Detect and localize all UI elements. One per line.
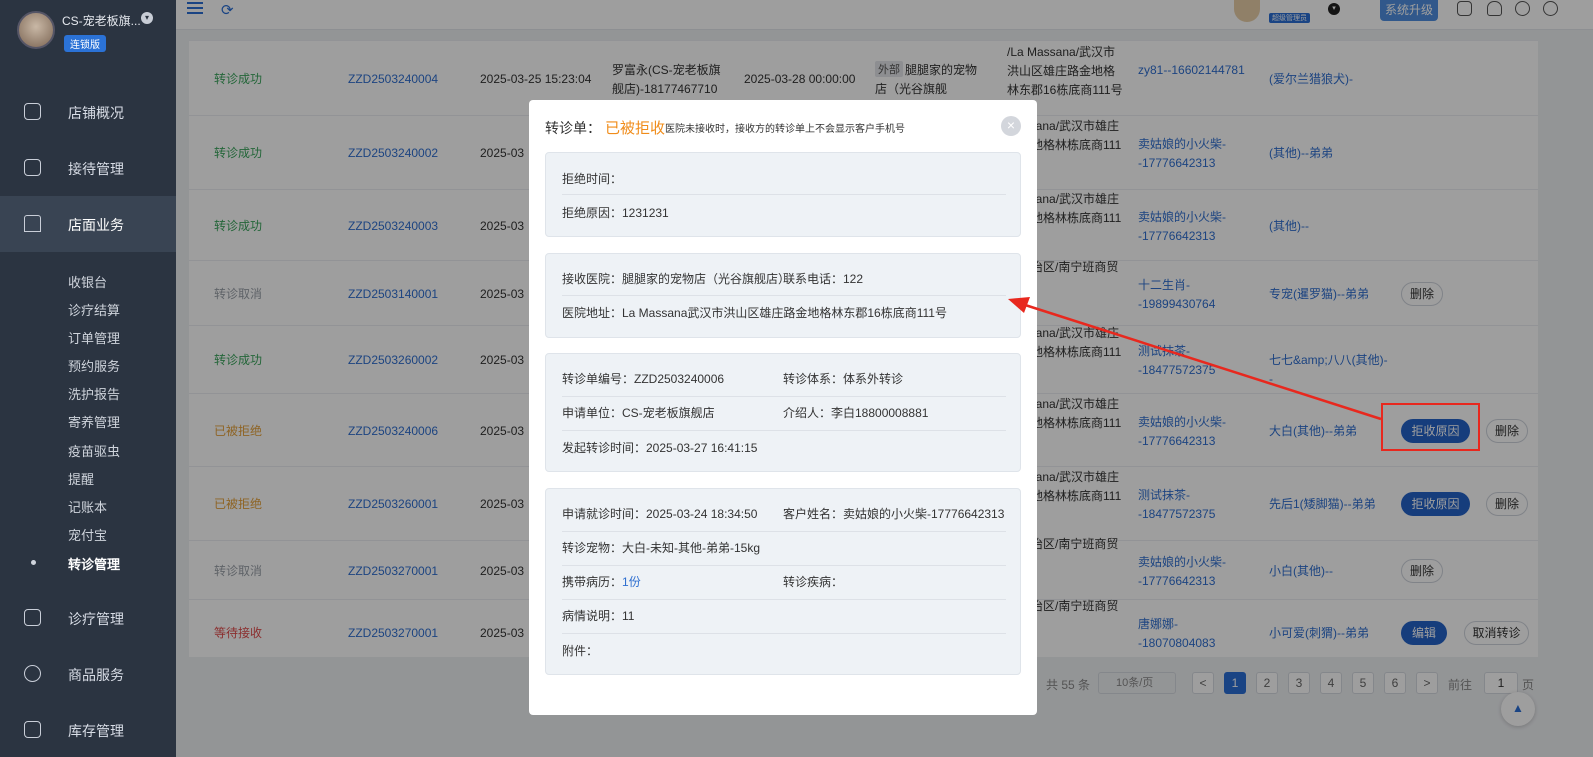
sub-item-booking[interactable]: 预约服务 [68,356,120,375]
annotation-highlight-box [1381,403,1480,451]
attachments: 附件： [562,644,599,658]
sub-item-referral[interactable]: 转诊管理 [68,554,120,573]
sub-item-grooming[interactable]: 洗护报告 [68,384,120,403]
sub-item-orders[interactable]: 订单管理 [68,328,120,347]
referrer: 介绍人：李白18800008881 [783,406,929,420]
close-icon[interactable]: × [1001,116,1021,136]
visit-card: 申请就诊时间：2025-03-24 18:34:50 客户姓名：卖姑娘的小火柴-… [545,488,1021,675]
active-dot [31,560,36,565]
order-card: 转诊单编号：ZZD2503240006 转诊体系：体系外转诊 申请单位：CS-宠… [545,353,1021,472]
nav-item-medical[interactable]: 诊疗管理 [0,590,176,646]
sent-time: 发起转诊时间：2025-03-27 16:41:15 [562,441,758,455]
reject-card: 拒绝时间： 拒绝原因：1231231 [545,152,1021,237]
shop-avatar [17,11,55,49]
inventory-icon [24,721,41,738]
nav-item-overview[interactable]: 店铺概况 [0,84,176,140]
store-icon [24,215,41,232]
sub-item-pay[interactable]: 宠付宝 [68,525,107,544]
medical-icon [24,609,41,626]
nav-item-product[interactable]: 商品服务 [0,646,176,702]
shop-header[interactable]: CS-宠老板旗... ▾ 连锁版 [0,0,176,62]
nav-label: 接待管理 [68,161,124,177]
sidebar: CS-宠老板旗... ▾ 连锁版 店铺概况 接待管理 店面业务 收银台 诊疗结算… [0,0,176,757]
medical-record: 携带病历：1份 [562,573,641,591]
modal-status: 已被拒收 [605,120,666,137]
receiving-hospital: 接收医院：腿腿家的宠物店（光谷旗舰店） [562,272,791,286]
divider [562,531,1006,532]
divider [562,565,1006,566]
nav-label: 店面业务 [68,217,124,233]
nav-item-store[interactable]: 店面业务 [0,196,176,252]
chevron-down-icon[interactable]: ▾ [141,12,153,24]
divider [562,633,1006,634]
referral-pet: 转诊宠物：大白-未知-其他-弟弟-15kg [562,541,761,555]
sub-item-boarding[interactable]: 寄养管理 [68,412,120,431]
sub-item-reminder[interactable]: 提醒 [68,469,94,488]
sub-item-cashier[interactable]: 收银台 [68,272,107,291]
modal-note: 医院未接收时，接收方的转诊单上不会显示客户手机号 [665,124,905,135]
nav-item-inventory[interactable]: 库存管理 [0,702,176,757]
medical-record-label: 携带病历： [562,575,623,589]
sub-item-settlement[interactable]: 诊疗结算 [68,300,120,319]
apply-unit: 申请单位：CS-宠老板旗舰店 [562,406,715,420]
hospital-address: 医院地址：La Massana武汉市洪山区雄庄路金地格林东郡16栋底商111号 [562,306,947,320]
nav-label: 库存管理 [68,723,124,739]
sub-item-ledger[interactable]: 记账本 [68,497,107,516]
modal-title: 转诊单： [545,120,601,136]
visit-time: 申请就诊时间：2025-03-24 18:34:50 [562,507,758,521]
reject-reason: 拒绝原因：1231231 [562,206,669,220]
shop-name: CS-宠老板旗... [62,14,141,28]
medical-record-link[interactable]: 1份 [622,575,641,589]
app-root: CS-宠老板旗... ▾ 连锁版 店铺概况 接待管理 店面业务 收银台 诊疗结算… [0,0,1593,757]
divider [562,396,1006,397]
contact-phone: 联系电话：122 [783,272,864,286]
nav-label: 商品服务 [68,667,124,683]
product-icon [24,665,41,682]
divider [562,194,1006,195]
chart-icon [24,103,41,120]
customer-name: 客户姓名：卖姑娘的小火柴-17776642313 [783,507,1005,521]
divider [562,599,1006,600]
nav-label: 店铺概况 [68,105,124,121]
order-no: 转诊单编号：ZZD2503240006 [562,372,725,386]
edition-badge: 连锁版 [64,35,106,52]
divider [562,295,1006,296]
referral-detail-modal: 转诊单： 已被拒收 医院未接收时，接收方的转诊单上不会显示客户手机号 × 拒绝时… [529,100,1037,715]
referral-system: 转诊体系：体系外转诊 [783,372,904,386]
divider [562,430,1006,431]
referral-disease: 转诊疾病： [783,575,844,589]
sub-item-vaccine[interactable]: 疫苗驱虫 [68,441,120,460]
reception-icon [24,159,41,176]
nav-item-reception[interactable]: 接待管理 [0,140,176,196]
condition-desc: 病情说明：11 [562,609,635,623]
hospital-card: 接收医院：腿腿家的宠物店（光谷旗舰店） 联系电话：122 医院地址：La Mas… [545,253,1021,338]
nav-label: 诊疗管理 [68,611,124,627]
reject-time: 拒绝时间： [562,172,623,186]
